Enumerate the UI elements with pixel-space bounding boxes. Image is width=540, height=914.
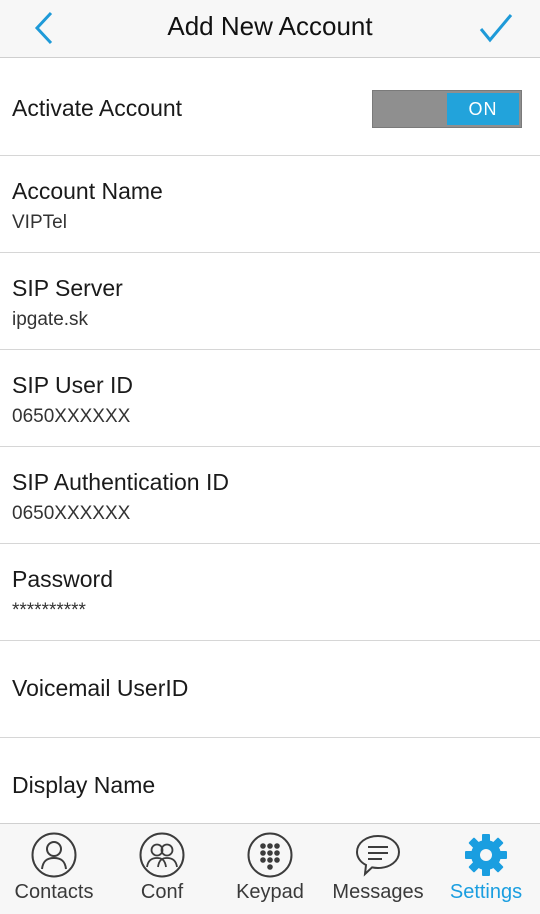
sip-user-id-field[interactable]: SIP User ID 0650XXXXXX <box>0 350 540 447</box>
toggle-state-label: ON <box>447 93 519 125</box>
password-label: Password <box>12 566 113 592</box>
account-name-label: Account Name <box>12 178 163 204</box>
sip-server-label: SIP Server <box>12 275 123 301</box>
password-value: ********** <box>12 600 86 621</box>
save-button[interactable] <box>470 4 522 52</box>
sip-auth-id-value: 0650XXXXXX <box>12 503 131 524</box>
add-account-screen: Add New Account Activate Account ON Acco… <box>0 0 540 914</box>
tab-messages-label: Messages <box>332 881 424 903</box>
activate-account-row: Activate Account ON <box>0 59 540 156</box>
page-title: Add New Account <box>167 11 373 41</box>
sip-server-value: ipgate.sk <box>12 309 89 330</box>
tab-conf-label: Conf <box>140 881 184 903</box>
tab-settings[interactable]: Settings <box>432 824 540 914</box>
display-name-label: Display Name <box>12 772 156 798</box>
check-icon <box>479 14 513 43</box>
tab-contacts[interactable]: Contacts <box>0 824 108 914</box>
sip-user-id-value: 0650XXXXXX <box>12 406 131 427</box>
account-name-field[interactable]: Account Name VIPTel <box>0 156 540 253</box>
tab-messages[interactable]: Messages <box>324 824 432 914</box>
bottom-tab-bar: Contacts Conf Keypad Messages Settings <box>0 823 540 914</box>
tab-contacts-label: Contacts <box>14 881 94 903</box>
activate-account-label: Activate Account <box>12 95 183 121</box>
header-bar: Add New Account <box>0 0 540 58</box>
tab-conf[interactable]: Conf <box>108 824 216 914</box>
sip-server-field[interactable]: SIP Server ipgate.sk <box>0 253 540 350</box>
display-name-field[interactable]: Display Name <box>0 738 540 835</box>
gear-icon <box>465 834 507 876</box>
sip-user-id-label: SIP User ID <box>12 372 133 398</box>
voicemail-userid-label: Voicemail UserID <box>12 675 189 701</box>
tab-keypad[interactable]: Keypad <box>216 824 324 914</box>
password-field[interactable]: Password ********** <box>0 544 540 641</box>
conference-icon <box>139 832 185 878</box>
tab-keypad-label: Keypad <box>236 881 304 903</box>
tab-settings-label: Settings <box>449 881 523 903</box>
account-name-value: VIPTel <box>12 212 67 233</box>
contact-icon <box>31 832 77 878</box>
sip-auth-id-field[interactable]: SIP Authentication ID 0650XXXXXX <box>0 447 540 544</box>
sip-auth-id-label: SIP Authentication ID <box>12 469 229 495</box>
chat-bubble-icon <box>355 834 401 877</box>
activate-account-toggle[interactable]: ON <box>372 90 522 128</box>
voicemail-userid-field[interactable]: Voicemail UserID <box>0 641 540 738</box>
keypad-icon <box>247 832 293 878</box>
